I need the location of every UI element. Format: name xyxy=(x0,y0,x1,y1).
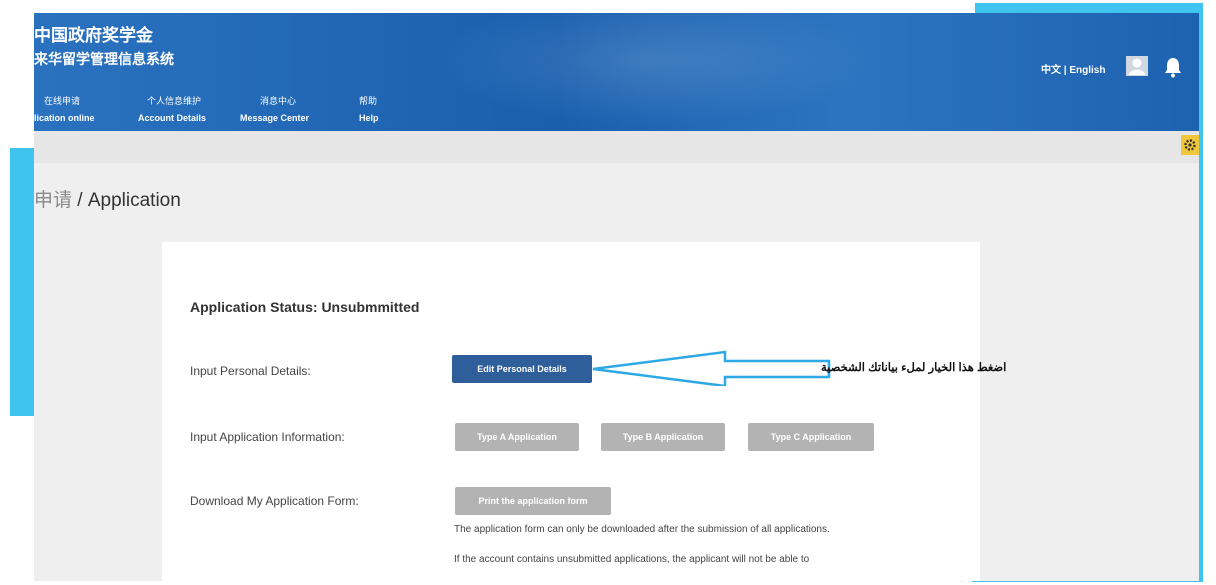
page-title-separator: / xyxy=(72,190,88,211)
site-logo-subtitle[interactable]: 来华留学管理信息系统 xyxy=(34,49,174,69)
browser-screen: 中国政府奖学金 来华留学管理信息系统 中文 | English 在线申请 lic… xyxy=(34,13,1199,581)
nav-item-help[interactable]: 帮助 Help xyxy=(359,95,379,125)
nav-item-cn-label: 在线申请 xyxy=(44,96,81,106)
type-a-application-button[interactable]: Type A Application xyxy=(455,423,579,451)
nav-item-cn-label: 帮助 xyxy=(359,96,378,106)
nav-item-en-label: Account Details xyxy=(138,113,207,123)
nav-item-cn-label: 消息中心 xyxy=(260,96,297,106)
page-title: 申请 / Application xyxy=(34,185,181,212)
nav-item-account-details[interactable]: 个人信息维护 Account Details xyxy=(138,95,206,125)
nav-item-en-label: lication online xyxy=(34,113,95,123)
page-title-en: Application xyxy=(87,190,181,211)
settings-button[interactable] xyxy=(1181,135,1199,155)
type-b-application-button[interactable]: Type B Application xyxy=(601,423,725,451)
annotation-arrow-icon xyxy=(592,350,831,386)
nav-item-en-label: Help xyxy=(359,113,379,123)
language-switch[interactable]: 中文 | English xyxy=(1041,61,1105,76)
print-application-form-button[interactable]: Print the application form xyxy=(455,487,611,515)
download-note-line1: The application form can only be downloa… xyxy=(454,524,830,535)
page-title-cn: 申请 xyxy=(34,190,73,211)
gear-icon xyxy=(1184,139,1196,151)
sub-toolbar xyxy=(34,131,1199,163)
edit-personal-details-button[interactable]: Edit Personal Details xyxy=(452,355,592,383)
bell-icon[interactable] xyxy=(1163,56,1183,78)
download-application-label: Download My Application Form: xyxy=(190,494,359,508)
personal-details-label: Input Personal Details: xyxy=(190,364,311,378)
nav-item-en-label: Message Center xyxy=(240,113,310,123)
nav-item-message-center[interactable]: 消息中心 Message Center xyxy=(240,95,309,125)
application-information-label: Input Application Information: xyxy=(190,430,345,444)
nav-item-application-online[interactable]: 在线申请 lication online xyxy=(34,95,95,125)
download-note-line2: If the account contains unsubmitted appl… xyxy=(454,554,810,565)
decorative-frame-left xyxy=(10,148,36,416)
site-logo-title[interactable]: 中国政府奖学金 xyxy=(34,21,153,46)
user-icon[interactable] xyxy=(1126,56,1148,76)
application-status: Application Status: Unsubmmitted xyxy=(190,299,420,315)
annotation-instruction-text: اضغط هذا الخيار لملء بياناتك الشخصية xyxy=(821,362,1007,374)
site-header: 中国政府奖学金 来华留学管理信息系统 中文 | English 在线申请 lic… xyxy=(34,13,1199,131)
type-c-application-button[interactable]: Type C Application xyxy=(748,423,874,451)
nav-item-cn-label: 个人信息维护 xyxy=(147,96,202,106)
